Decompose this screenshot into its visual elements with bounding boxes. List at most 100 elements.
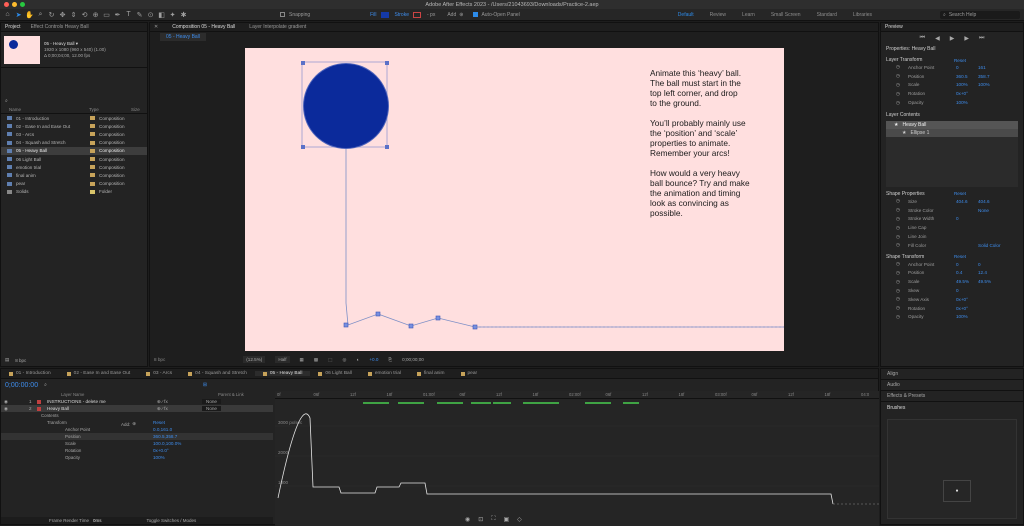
project-item[interactable]: Solids Folder [1,188,147,196]
layer-property-row[interactable]: Transform Reset [1,419,273,426]
property-value[interactable]: 161 [978,65,986,70]
timeline-tab[interactable]: emotion trial [360,371,409,376]
stroke-label[interactable]: Stroke [395,12,409,18]
auto-open-checkbox[interactable] [473,12,479,17]
property-row[interactable]: ◷ Skew 0 [886,286,1018,295]
timeline-tab[interactable]: 06 Light Ball [310,371,359,376]
layer-color-tag[interactable] [37,406,41,411]
shape-transform-reset[interactable]: Reset [954,254,966,259]
search-help-field[interactable]: ⌕ Search Help [940,11,1020,19]
layer-parent[interactable]: None [202,399,221,404]
panel-effects[interactable]: Effects & Presets [881,391,1023,402]
graph-editor-icon[interactable]: ⊞ [203,382,207,388]
workspace-review[interactable]: Review [702,12,734,18]
trash-icon[interactable]: ▤ [5,357,9,363]
column-size[interactable]: Size [131,107,140,112]
property-value[interactable]: 0x+0° [956,91,978,96]
stopwatch-icon[interactable]: ◷ [896,270,908,276]
label-color[interactable] [90,173,95,178]
zoom-tool-icon[interactable]: ⌕ [36,10,45,19]
label-color[interactable] [90,165,95,170]
visibility-eye-icon[interactable]: ◉ [1,399,29,405]
snap-icon[interactable]: ⛶ [491,516,495,523]
property-row[interactable]: ◷ Size 404.6 404.6 [886,197,1018,206]
contents-item-heavy-ball[interactable]: ★ Heavy Ball [886,120,1018,129]
add-icon[interactable]: ⊕ [459,12,463,18]
roto-tool-icon[interactable]: ✦ [168,10,177,19]
timeline-tab[interactable]: 04 - Squash and Stretch [180,371,255,376]
next-frame-icon[interactable]: ▶ [964,35,969,42]
pan-tool-icon[interactable]: ✥ [58,10,67,19]
region-icon[interactable]: ▦ [300,357,304,363]
label-color[interactable] [90,157,95,162]
workspace-learn[interactable]: Learn [734,12,763,18]
stopwatch-icon[interactable]: ◷ [896,225,908,231]
dolly-tool-icon[interactable]: ⇕ [69,10,78,19]
tab-layer[interactable]: Layer Interpolate gradient [249,24,306,30]
property-row[interactable]: ◷ Stroke Color None [886,206,1018,215]
zoom-window-icon[interactable] [20,2,25,7]
property-row[interactable]: ◷ Skew Axis 0x+0° [886,295,1018,304]
column-layer-name[interactable]: Layer Name [61,392,218,397]
stopwatch-icon[interactable]: ◷ [896,279,908,285]
home-icon[interactable]: ⌂ [3,10,12,19]
project-item[interactable]: pear Composition [1,180,147,188]
property-row[interactable]: ◷ Opacity 100% [886,313,1018,322]
stopwatch-icon[interactable]: ◷ [896,234,908,240]
color-icon[interactable]: ◐ [357,357,360,362]
timeline-tab[interactable]: pear [453,371,486,376]
stopwatch-icon[interactable]: ◷ [896,314,908,320]
fit-icon[interactable]: ▣ [503,516,509,523]
stopwatch-icon[interactable]: ◷ [896,216,908,222]
stopwatch-icon[interactable]: ◷ [896,305,908,311]
eye-icon[interactable]: ◉ [465,516,470,523]
property-value[interactable]: 0 [956,65,978,70]
property-row[interactable]: ◷ Line Join [886,232,1018,241]
first-frame-icon[interactable]: ⏮ [920,35,925,42]
label-color[interactable] [90,140,95,145]
property-row[interactable]: ◷ Fill Color Solid Color [886,241,1018,250]
transparency-icon[interactable]: ▩ [314,357,318,363]
comp-canvas[interactable]: Animate this ‘heavy’ ball. The ball must … [245,48,784,351]
tab-composition[interactable]: Composition 05 - Heavy Ball [172,24,235,30]
close-icon[interactable]: ✕ [154,24,158,30]
timeline-tab[interactable]: 02 - Ease In and Ease Out [59,371,139,376]
label-color[interactable] [90,124,95,129]
stroke-swatch[interactable] [412,11,421,18]
layer-property-value[interactable]: 0x+0.0° [153,448,169,453]
property-value[interactable]: 0x+0° [956,306,978,311]
graph-area[interactable]: 0f 06f 12f 18f 01:00f 06f 12f 18f 02:00f 06f 12f 18… [275,391,879,526]
brush-tool-icon[interactable]: ✎ [135,10,144,19]
project-item[interactable]: 04 - Squash and Stretch Composition [1,139,147,147]
layer-parent[interactable]: None [202,406,221,411]
layer-property-value[interactable]: Reset [153,420,165,425]
rotate-tool-icon[interactable]: ⟲ [80,10,89,19]
property-value[interactable]: 0 [956,288,978,293]
property-value[interactable]: 0.4 [956,270,978,275]
close-window-icon[interactable] [4,2,9,7]
property-value[interactable]: 0 [956,262,978,267]
minimize-window-icon[interactable] [12,2,17,7]
contents-item-ellipse[interactable]: ★ Ellipse 1 [886,128,1018,137]
layer-switches[interactable]: ⊕ ⁄ fx [157,399,202,405]
stopwatch-icon[interactable]: ◷ [896,261,908,267]
project-item[interactable]: 06 Light Ball Composition [1,155,147,163]
label-color[interactable] [90,189,95,194]
camera-icon[interactable]: ◎ [343,357,347,363]
project-search[interactable]: ⌕ [1,96,147,106]
tab-effect-controls[interactable]: Effect Controls Heavy Ball [31,24,89,30]
label-color[interactable] [90,132,95,137]
pen-tool-icon[interactable]: ✒ [113,10,122,19]
timeline-tab[interactable]: 03 - Arcs [138,371,180,376]
shape-properties-reset[interactable]: Reset [954,191,966,196]
layer-property-value[interactable]: 100% [153,455,165,460]
tab-project[interactable]: Project [5,24,21,30]
stopwatch-icon[interactable]: ◷ [896,198,908,204]
hand-tool-icon[interactable]: ✋ [25,10,34,19]
layer-property-row[interactable]: Scale 100.0,100.0% [1,440,273,447]
property-row[interactable]: ◷ Line Cap [886,223,1018,232]
last-frame-icon[interactable]: ⏭ [979,35,984,42]
snapping-checkbox[interactable] [280,12,285,17]
eraser-tool-icon[interactable]: ◧ [157,10,166,19]
zoom-dropdown[interactable]: (12.5%) [243,356,266,363]
